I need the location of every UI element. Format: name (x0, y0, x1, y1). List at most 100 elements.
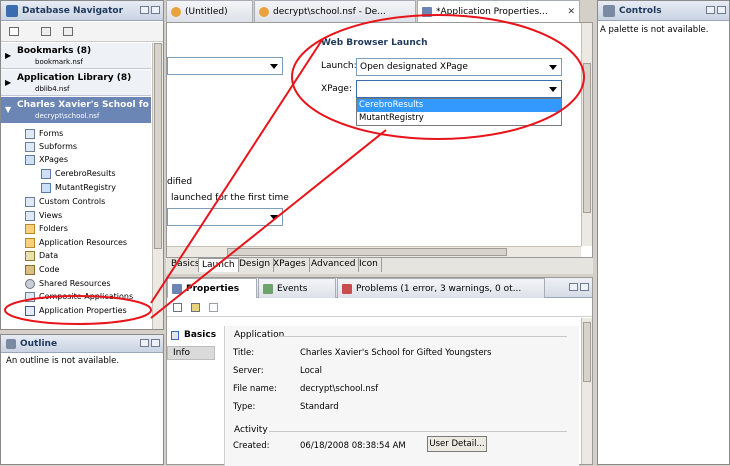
xpages-icon (25, 154, 35, 165)
untitled-icon (171, 6, 181, 17)
tree-app-properties[interactable]: Application Properties (25, 304, 139, 317)
database-navigator-panel: Database Navigator ▶ Bookmarks (8) bookm… (0, 0, 164, 330)
left-dropdown-2[interactable] (167, 208, 283, 226)
navigator-icon (6, 4, 18, 17)
properties-minmax[interactable] (569, 283, 589, 291)
user-detail-button[interactable]: User Detail... (427, 436, 487, 452)
bookmarks-label: Bookmarks (8) (17, 46, 92, 56)
app-library-file: dblib4.nsf (35, 85, 70, 93)
pin-icon[interactable] (173, 303, 182, 312)
tree-data[interactable]: Data (25, 249, 139, 262)
tab-xpages[interactable]: XPages (270, 258, 310, 272)
outline-title: Outline (20, 338, 58, 349)
expand-icon[interactable]: ▶ (5, 78, 11, 87)
editor-hscrollbar[interactable] (167, 246, 581, 257)
side-basics-icon (171, 331, 179, 340)
tab-icon[interactable]: Icon (356, 258, 382, 272)
outline-panel: Outline An outline is not available. (0, 334, 164, 465)
outline-minmax[interactable] (140, 339, 160, 347)
properties-tabbar: Properties Events Problems (1 error, 3 w… (167, 278, 592, 298)
left-text-launched: launched for the first time (171, 193, 289, 203)
view-menu-icon[interactable] (209, 303, 218, 312)
tree-subforms[interactable]: Subforms (25, 140, 139, 153)
tab-events[interactable]: Events (258, 278, 336, 298)
side-item-info[interactable]: Info (167, 346, 215, 360)
side-basics-title: Basics (184, 330, 217, 340)
app-properties-icon (25, 305, 35, 316)
nav-item-bookmarks[interactable]: ▶ Bookmarks (8) bookmark.nsf (1, 43, 151, 69)
tree-views[interactable]: Views (25, 209, 139, 222)
xpage-label: XPage: (321, 84, 352, 94)
option-mutantregistry[interactable]: MutantRegistry (357, 112, 561, 125)
bookmarks-file: bookmark.nsf (35, 58, 83, 66)
tree-composite-apps[interactable]: Composite Applications (25, 290, 139, 303)
tree-custom-controls[interactable]: Custom Controls (25, 195, 139, 208)
editor-scrollbar[interactable] (581, 23, 592, 246)
tree-forms[interactable]: Forms (25, 127, 139, 140)
prop-type: Type: Standard (233, 402, 339, 412)
tree-shared-resources[interactable]: Shared Resources (25, 277, 139, 290)
tree-cerebroresults[interactable]: CerebroResults (41, 167, 139, 180)
properties-area: Properties Events Problems (1 error, 3 w… (166, 277, 593, 466)
created-value: 06/18/2008 08:38:54 AM (300, 441, 406, 451)
controls-title-bar: Controls (598, 1, 729, 21)
close-icon[interactable]: ✕ (561, 7, 575, 17)
divider (277, 336, 567, 337)
expand-icon[interactable]: ▶ (5, 51, 11, 60)
properties-scrollbar[interactable] (581, 318, 592, 464)
tab-untitled[interactable]: (Untitled) (166, 0, 253, 22)
xpage-dropdown[interactable] (356, 80, 562, 98)
xpage-options-list: CerebroResults MutantRegistry (356, 98, 562, 126)
prop-file-name: File name: decrypt\school.nsf (233, 384, 379, 394)
navigator-title-bar: Database Navigator (1, 1, 163, 21)
tree-mutantregistry[interactable]: MutantRegistry (41, 181, 139, 194)
tab-app-properties[interactable]: *Application Properties... ✕ (417, 0, 580, 22)
open-db-icon[interactable] (9, 27, 19, 36)
navigator-toolbar (1, 22, 163, 42)
outline-message: An outline is not available. (6, 356, 120, 366)
launch-label: Launch: (321, 61, 357, 71)
tree-xpages[interactable]: XPages (25, 153, 139, 166)
navigator-scrollbar[interactable] (152, 43, 163, 329)
views-icon (25, 210, 35, 221)
refresh-icon[interactable] (63, 27, 73, 36)
tree-folders[interactable]: Folders (25, 222, 139, 235)
database-icon (259, 6, 269, 17)
folder-icon (25, 223, 35, 234)
launch-dropdown[interactable]: Open designated XPage (356, 58, 562, 76)
collapse-icon[interactable]: ▼ (5, 105, 11, 114)
tree-code[interactable]: Code (25, 263, 139, 276)
properties-sidenav: Basics Info (167, 326, 217, 466)
add-icon[interactable] (41, 27, 51, 36)
tree-app-resources[interactable]: Application Resources (25, 236, 139, 249)
tab-properties[interactable]: Properties (167, 278, 257, 298)
outline-icon (6, 338, 16, 349)
prop-server: Server: Local (233, 366, 323, 376)
tab-problems[interactable]: Problems (1 error, 3 warnings, 0 ot... (337, 278, 545, 298)
xpage-icon (41, 168, 51, 179)
filter-icon[interactable] (191, 303, 200, 312)
composite-apps-icon (25, 291, 35, 302)
code-icon (25, 264, 35, 275)
tab-launch[interactable]: Launch (198, 258, 239, 272)
navigator-minmax[interactable] (140, 6, 160, 14)
left-text-modified: dified (167, 177, 193, 187)
nav-item-app-library[interactable]: ▶ Application Library (8) dblib4.nsf (1, 70, 151, 96)
chevron-down-icon (549, 87, 557, 92)
chevron-down-icon (270, 215, 278, 220)
tab-design[interactable]: Design (236, 258, 275, 272)
nav-item-school[interactable]: ▼ Charles Xavier's School fo decrypt\sch… (1, 97, 151, 123)
left-dropdown[interactable] (167, 57, 283, 75)
controls-title: Controls (619, 5, 662, 16)
chevron-down-icon (270, 64, 278, 69)
outline-title-bar: Outline (1, 335, 163, 353)
school-label: Charles Xavier's School fo (17, 100, 149, 110)
option-cerebroresults[interactable]: CerebroResults (357, 99, 561, 112)
tab-advanced[interactable]: Advanced (308, 258, 360, 272)
design-tree: Forms Subforms XPages CerebroResults Mut… (1, 125, 151, 321)
controls-minmax[interactable] (706, 6, 726, 14)
tab-school-db[interactable]: decrypt\school.nsf - De... (254, 0, 416, 22)
controls-panel: Controls A palette is not available. (597, 0, 730, 465)
school-file: decrypt\school.nsf (35, 112, 100, 120)
editor-area: (Untitled) decrypt\school.nsf - De... *A… (166, 0, 593, 274)
